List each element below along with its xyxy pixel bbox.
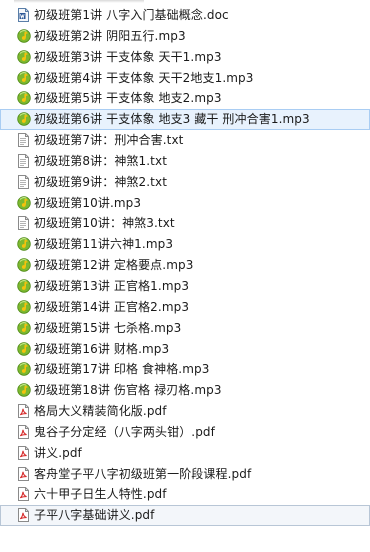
file-row-pdf[interactable]: 客舟堂子平八字初级班第一阶段课程.pdf <box>0 464 370 485</box>
file-row-txt[interactable]: 初级班第9讲：神煞2.txt <box>0 172 370 193</box>
file-name: 初级班第12讲 定格要点.mp3 <box>34 258 194 273</box>
file-row-pdf[interactable]: 子平八字基础讲义.pdf <box>0 505 370 527</box>
text-file-icon <box>17 216 30 231</box>
audio-file-icon <box>17 70 31 85</box>
file-row-mp3[interactable]: 初级班第4讲 干支体象 天干2地支1.mp3 <box>0 68 370 89</box>
audio-file-icon <box>17 258 31 272</box>
file-name: 子平八字基础讲义.pdf <box>34 508 155 523</box>
previous-item-sliver <box>14 0 144 3</box>
pdf-file-icon <box>17 487 30 502</box>
pdf-file-icon <box>17 424 30 439</box>
file-name: 初级班第17讲 印格 食神格.mp3 <box>34 362 210 377</box>
file-name: 初级班第14讲 正官格2.mp3 <box>34 299 190 314</box>
audio-file-icon <box>17 362 31 377</box>
file-row-mp3[interactable]: 初级班第14讲 正官格2.mp3 <box>0 297 370 318</box>
pdf-file-icon <box>17 445 30 460</box>
audio-file-icon <box>17 341 31 356</box>
pdf-file-icon <box>17 508 30 523</box>
file-name: 初级班第11讲六神1.mp3 <box>34 237 174 252</box>
file-name: 初级班第6讲 干支体象 地支3 藏干 刑冲合害1.mp3 <box>34 112 310 127</box>
audio-file-icon <box>17 320 31 335</box>
file-name: 初级班第16讲 财格.mp3 <box>34 341 170 356</box>
file-row-mp3[interactable]: 初级班第2讲 阴阳五行.mp3 <box>0 26 370 47</box>
audio-file-icon <box>17 49 31 64</box>
file-name: 初级班第8讲：神煞1.txt <box>34 153 167 168</box>
file-name: 初级班第7讲：刑冲合害.txt <box>34 133 184 148</box>
text-file-icon <box>17 133 30 148</box>
word-doc-icon <box>17 8 30 22</box>
audio-file-icon <box>17 91 31 106</box>
audio-file-icon <box>17 29 31 43</box>
file-row-mp3[interactable]: 初级班第6讲 干支体象 地支3 藏干 刑冲合害1.mp3 <box>0 109 370 131</box>
file-row-pdf[interactable]: 格局大义精装简化版.pdf <box>0 401 370 422</box>
file-row-txt[interactable]: 初级班第7讲：刑冲合害.txt <box>0 130 370 151</box>
audio-file-icon <box>17 300 31 314</box>
audio-file-icon <box>17 237 31 251</box>
file-name: 初级班第15讲 七杀格.mp3 <box>34 320 182 335</box>
file-name: 讲义.pdf <box>34 445 82 460</box>
file-name: 格局大义精装简化版.pdf <box>34 404 167 419</box>
file-name: 初级班第10讲：神煞3.txt <box>34 216 175 231</box>
file-name: 初级班第10讲.mp3 <box>34 195 142 210</box>
file-list: 初级班第1讲 八字入门基础概念.doc 初级班第2讲 阴阳五行.mp3 初级班第3讲… <box>0 5 370 527</box>
file-row-mp3[interactable]: 初级班第11讲六神1.mp3 <box>0 234 370 255</box>
file-row-txt[interactable]: 初级班第10讲：神煞3.txt <box>0 213 370 234</box>
file-name: 初级班第18讲 伤官格 禄刃格.mp3 <box>34 383 222 398</box>
file-name: 初级班第3讲 干支体象 天干1.mp3 <box>34 49 222 64</box>
file-row-pdf[interactable]: 鬼谷子分定经（八字两头钳）.pdf <box>0 422 370 443</box>
pdf-file-icon <box>17 404 30 419</box>
file-row-mp3[interactable]: 初级班第10讲.mp3 <box>0 193 370 214</box>
audio-file-icon <box>17 383 31 397</box>
audio-file-icon <box>17 279 31 293</box>
pdf-file-icon <box>17 466 30 481</box>
text-file-icon <box>17 153 30 168</box>
file-name: 初级班第9讲：神煞2.txt <box>34 174 167 189</box>
file-row-mp3[interactable]: 初级班第3讲 干支体象 天干1.mp3 <box>0 47 370 68</box>
file-row-mp3[interactable]: 初级班第5讲 干支体象 地支2.mp3 <box>0 88 370 109</box>
file-row-mp3[interactable]: 初级班第12讲 定格要点.mp3 <box>0 255 370 276</box>
audio-file-icon <box>17 195 31 210</box>
audio-file-icon <box>17 112 31 126</box>
file-name: 初级班第5讲 干支体象 地支2.mp3 <box>34 91 222 106</box>
file-row-mp3[interactable]: 初级班第17讲 印格 食神格.mp3 <box>0 359 370 380</box>
file-name: 鬼谷子分定经（八字两头钳）.pdf <box>34 424 215 439</box>
file-row-txt[interactable]: 初级班第8讲：神煞1.txt <box>0 151 370 172</box>
file-row-mp3[interactable]: 初级班第13讲 正官格1.mp3 <box>0 276 370 297</box>
file-row-pdf[interactable]: 讲义.pdf <box>0 443 370 464</box>
file-row-pdf[interactable]: 六十甲子日生人特性.pdf <box>0 484 370 505</box>
file-name: 初级班第4讲 干支体象 天干2地支1.mp3 <box>34 70 254 85</box>
file-name: 客舟堂子平八字初级班第一阶段课程.pdf <box>34 466 252 481</box>
text-file-icon <box>17 174 30 189</box>
file-row-doc[interactable]: 初级班第1讲 八字入门基础概念.doc <box>0 5 370 26</box>
file-row-mp3[interactable]: 初级班第15讲 七杀格.mp3 <box>0 318 370 339</box>
file-row-mp3[interactable]: 初级班第16讲 财格.mp3 <box>0 339 370 360</box>
file-row-mp3[interactable]: 初级班第18讲 伤官格 禄刃格.mp3 <box>0 380 370 401</box>
file-name: 初级班第1讲 八字入门基础概念.doc <box>34 8 229 22</box>
file-name: 初级班第2讲 阴阳五行.mp3 <box>34 28 186 43</box>
file-name: 六十甲子日生人特性.pdf <box>34 487 167 502</box>
file-name: 初级班第13讲 正官格1.mp3 <box>34 278 190 293</box>
